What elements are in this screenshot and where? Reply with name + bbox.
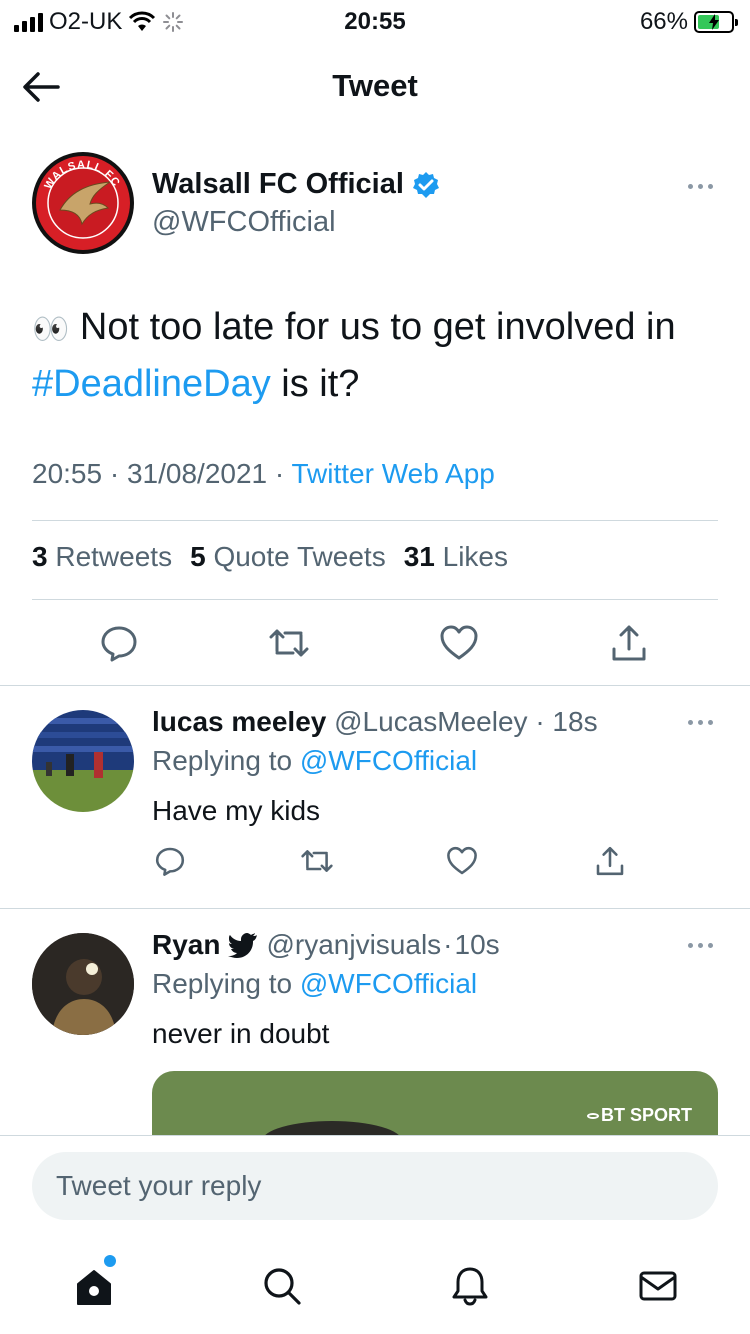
tweet-text-after: is it? xyxy=(270,363,360,405)
eyes-emoji: 👀 xyxy=(32,313,70,346)
battery-icon xyxy=(694,11,738,33)
tweet-client-link[interactable]: Twitter Web App xyxy=(292,458,495,489)
replying-to-link[interactable]: @WFCOfficial xyxy=(300,745,477,776)
reply-avatar[interactable] xyxy=(32,933,134,1035)
twitter-bird-icon xyxy=(228,933,258,958)
heart-icon xyxy=(447,846,477,875)
notification-dot xyxy=(104,1255,116,1267)
verified-badge-icon xyxy=(412,171,439,198)
reply-share-button[interactable] xyxy=(592,843,628,879)
status-bar: O2-UK 20:55 66% xyxy=(0,0,750,40)
media-subject xyxy=(262,1121,402,1135)
reply-button[interactable] xyxy=(96,620,142,666)
like-button[interactable] xyxy=(436,620,482,666)
tab-home[interactable] xyxy=(70,1262,118,1310)
status-right: 66% xyxy=(639,8,738,36)
walsall-crest-icon: WALSALL FC xyxy=(36,156,130,250)
reply-media[interactable]: BT SPORT xyxy=(152,1071,718,1135)
reply-author-handle[interactable]: @LucasMeeley xyxy=(334,706,527,737)
reply-age: 10s xyxy=(454,929,500,960)
tweet-meta: 20:55 · 31/08/2021 · Twitter Web App xyxy=(32,458,495,489)
reply-avatar[interactable] xyxy=(32,710,134,812)
tab-notifications[interactable] xyxy=(446,1262,494,1310)
reply-icon xyxy=(155,847,185,876)
reply-icon xyxy=(101,626,137,662)
reply-more-button[interactable] xyxy=(680,935,720,955)
tab-messages[interactable] xyxy=(634,1262,682,1310)
stadium-photo-avatar xyxy=(32,710,134,812)
replying-to-line: Replying to @WFCOfficial xyxy=(152,968,478,999)
reply-header: Ryan @ryanjvisuals · 10s xyxy=(152,929,500,961)
divider xyxy=(0,908,750,909)
reply-age: 18s xyxy=(552,706,598,737)
reply-more-button[interactable] xyxy=(680,712,720,732)
status-time: 20:55 xyxy=(344,8,406,35)
reply-text: never in doubt xyxy=(152,1018,330,1049)
tweet-time: 20:55 xyxy=(32,458,103,489)
reply-header: lucas meeley @LucasMeeley · 18s xyxy=(152,706,598,737)
heart-icon xyxy=(440,625,478,660)
retweet-button[interactable] xyxy=(266,620,312,666)
tweet-more-button[interactable] xyxy=(680,176,720,196)
author-avatar[interactable]: WALSALL FC xyxy=(32,152,134,254)
tweet-text-before: Not too late for us to get involved in xyxy=(79,306,676,348)
author-name-row[interactable]: Walsall FC Official xyxy=(152,168,440,201)
tweet-date: 31/08/2021 xyxy=(126,458,268,489)
author-handle[interactable]: @WFCOfficial xyxy=(152,206,336,239)
author-name[interactable]: Walsall FC Official xyxy=(152,168,404,201)
share-button[interactable] xyxy=(606,620,652,666)
charging-bolt-icon xyxy=(709,14,719,30)
share-icon xyxy=(596,846,624,876)
bt-sport-watermark: BT SPORT xyxy=(586,1105,692,1126)
battery-percent: 66% xyxy=(639,8,688,35)
reply-author-name[interactable]: lucas meeley xyxy=(152,706,326,737)
reply-text: Have my kids xyxy=(152,795,321,826)
retweets-stat[interactable]: 3 Retweets xyxy=(32,541,172,573)
bt-logo-icon xyxy=(586,1112,599,1119)
tab-search[interactable] xyxy=(258,1262,306,1310)
messages-icon xyxy=(639,1271,677,1301)
hashtag-link[interactable]: #DeadlineDay xyxy=(32,363,271,405)
share-icon xyxy=(612,625,646,661)
divider xyxy=(0,685,750,686)
replying-to-link[interactable]: @WFCOfficial xyxy=(300,968,477,999)
retweet-icon xyxy=(301,850,333,872)
selfie-photo-avatar xyxy=(32,933,134,1035)
divider xyxy=(32,599,718,600)
retweet-icon xyxy=(269,629,309,657)
quote-tweets-stat[interactable]: 5 Quote Tweets xyxy=(190,541,386,573)
replying-to-line: Replying to @WFCOfficial xyxy=(152,745,478,776)
search-icon xyxy=(264,1268,301,1305)
navigation-bar: Tweet xyxy=(0,40,750,130)
likes-stat[interactable]: 31 Likes xyxy=(404,541,508,573)
divider xyxy=(32,520,718,521)
page-title: Tweet xyxy=(332,68,418,103)
reply-reply-button[interactable] xyxy=(152,843,188,879)
tweet-stats: 3 Retweets 5 Quote Tweets 31 Likes xyxy=(32,541,508,573)
reply-input[interactable]: Tweet your reply xyxy=(32,1152,718,1220)
reply-like-button[interactable] xyxy=(444,843,480,879)
tweet-text: 👀 Not too late for us to get involved in… xyxy=(32,300,722,411)
reply-retweet-button[interactable] xyxy=(298,843,336,879)
reply-author-handle[interactable]: @ryanjvisuals xyxy=(266,929,441,961)
notifications-icon xyxy=(452,1267,488,1306)
home-icon xyxy=(77,1270,111,1305)
reply-author-name[interactable]: Ryan xyxy=(152,929,220,961)
